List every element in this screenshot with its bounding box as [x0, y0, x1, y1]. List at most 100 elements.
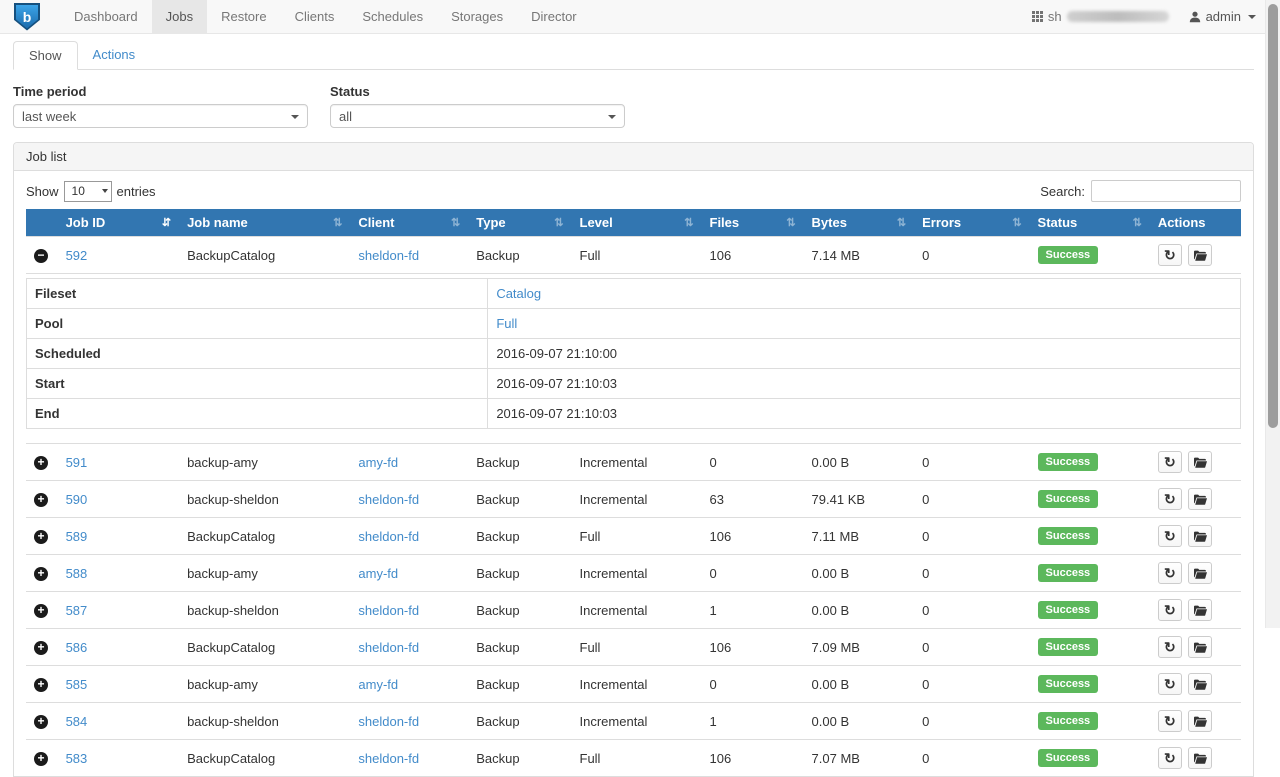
tab-show[interactable]: Show — [13, 41, 78, 70]
column-header-client[interactable]: Client⇅ — [350, 209, 468, 237]
job-id-link[interactable]: 585 — [66, 677, 88, 692]
expand-row-icon[interactable]: + — [34, 641, 48, 655]
expand-row-icon[interactable]: + — [34, 604, 48, 618]
sort-icon[interactable]: ⇅ — [554, 216, 563, 229]
expand-row-icon[interactable]: + — [34, 678, 48, 692]
client-link[interactable]: sheldon-fd — [358, 529, 419, 544]
search-input[interactable] — [1091, 180, 1241, 202]
job-name-cell: backup-sheldon — [179, 703, 350, 740]
job-log-button[interactable] — [1188, 599, 1212, 621]
table-row: + 587 backup-sheldon sheldon-fd Backup I… — [26, 592, 1241, 629]
rerun-job-button[interactable]: ↻ — [1158, 710, 1182, 732]
rerun-job-button[interactable]: ↻ — [1158, 488, 1182, 510]
job-log-button[interactable] — [1188, 451, 1212, 473]
client-link[interactable]: amy-fd — [358, 566, 398, 581]
rerun-job-button[interactable]: ↻ — [1158, 244, 1182, 266]
nav-item-storages[interactable]: Storages — [437, 0, 517, 33]
column-header-bytes[interactable]: Bytes⇅ — [804, 209, 915, 237]
job-log-button[interactable] — [1188, 710, 1212, 732]
client-link[interactable]: sheldon-fd — [358, 714, 419, 729]
client-link[interactable]: sheldon-fd — [358, 751, 419, 766]
job-id-link[interactable]: 589 — [66, 529, 88, 544]
job-id-link[interactable]: 584 — [66, 714, 88, 729]
column-header-status[interactable]: Status⇅ — [1030, 209, 1150, 237]
bareos-logo[interactable]: b — [14, 0, 40, 33]
status-badge: Success — [1038, 527, 1099, 545]
job-log-button[interactable] — [1188, 525, 1212, 547]
level-cell: Full — [572, 237, 702, 274]
job-log-button[interactable] — [1188, 636, 1212, 658]
expand-row-icon[interactable]: + — [34, 567, 48, 581]
nav-item-schedules[interactable]: Schedules — [348, 0, 437, 33]
column-header-type[interactable]: Type⇅ — [468, 209, 571, 237]
sort-icon[interactable]: ⇅ — [684, 216, 693, 229]
expand-row-icon[interactable]: + — [34, 493, 48, 507]
page-scrollbar[interactable] — [1265, 0, 1280, 628]
nav-item-jobs[interactable]: Jobs — [152, 0, 207, 33]
nav-item-director[interactable]: Director — [517, 0, 591, 33]
column-header-errors[interactable]: Errors⇅ — [914, 209, 1029, 237]
column-header-level[interactable]: Level⇅ — [572, 209, 702, 237]
folder-icon — [1194, 753, 1207, 764]
files-cell: 1 — [702, 592, 804, 629]
status-select[interactable]: all — [330, 104, 625, 128]
job-log-button[interactable] — [1188, 244, 1212, 266]
job-log-button[interactable] — [1188, 488, 1212, 510]
rerun-job-button[interactable]: ↻ — [1158, 747, 1182, 769]
client-link[interactable]: sheldon-fd — [358, 248, 419, 263]
expand-row-icon[interactable]: − — [34, 249, 48, 263]
job-id-link[interactable]: 586 — [66, 640, 88, 655]
client-link[interactable]: sheldon-fd — [358, 640, 419, 655]
job-id-link[interactable]: 591 — [66, 455, 88, 470]
level-cell: Incremental — [572, 592, 702, 629]
nav-item-dashboard[interactable]: Dashboard — [60, 0, 152, 33]
expand-row-icon[interactable]: + — [34, 752, 48, 766]
expand-row-icon[interactable]: + — [34, 456, 48, 470]
rerun-job-button[interactable]: ↻ — [1158, 562, 1182, 584]
job-id-link[interactable]: 583 — [66, 751, 88, 766]
rerun-job-button[interactable]: ↻ — [1158, 525, 1182, 547]
client-link[interactable]: amy-fd — [358, 677, 398, 692]
tab-actions[interactable]: Actions — [78, 41, 151, 69]
client-link[interactable]: amy-fd — [358, 455, 398, 470]
rerun-job-button[interactable]: ↻ — [1158, 599, 1182, 621]
detail-value-link[interactable]: Catalog — [496, 286, 541, 301]
job-id-link[interactable]: 587 — [66, 603, 88, 618]
user-menu[interactable]: admin — [1189, 9, 1256, 24]
column-header-files[interactable]: Files ⇅ — [702, 209, 804, 237]
nav-item-restore[interactable]: Restore — [207, 0, 281, 33]
job-id-link[interactable]: 590 — [66, 492, 88, 507]
client-link[interactable]: sheldon-fd — [358, 492, 419, 507]
job-log-button[interactable] — [1188, 747, 1212, 769]
scrollbar-thumb[interactable] — [1268, 4, 1278, 428]
host-selector[interactable]: sh — [1032, 9, 1169, 24]
rerun-job-button[interactable]: ↻ — [1158, 451, 1182, 473]
sort-icon[interactable]: ⇅ — [897, 216, 906, 229]
rerun-job-button[interactable]: ↻ — [1158, 636, 1182, 658]
sort-icon[interactable]: ⇅ — [1012, 216, 1021, 229]
job-log-button[interactable] — [1188, 562, 1212, 584]
job-id-link[interactable]: 592 — [66, 248, 88, 263]
sort-icon[interactable]: ⇅ — [333, 216, 342, 229]
column-header-job-name[interactable]: Job name⇅ — [179, 209, 350, 237]
table-row: + 588 backup-amy amy-fd Backup Increment… — [26, 555, 1241, 592]
expand-row-icon[interactable]: + — [34, 715, 48, 729]
sort-icon[interactable]: ⇅ — [451, 216, 460, 229]
job-detail-table: FilesetCatalogPoolFullScheduled2016-09-0… — [26, 278, 1241, 429]
column-label: Files — [710, 215, 740, 230]
column-header-job-id[interactable]: Job ID⇵ — [58, 209, 180, 237]
job-id-link[interactable]: 588 — [66, 566, 88, 581]
sort-icon[interactable]: ⇅ — [786, 216, 795, 229]
detail-value-link[interactable]: Full — [496, 316, 517, 331]
folder-icon — [1194, 716, 1207, 727]
nav-item-clients[interactable]: Clients — [281, 0, 349, 33]
time-period-select[interactable]: last week — [13, 104, 308, 128]
job-log-button[interactable] — [1188, 673, 1212, 695]
rerun-job-button[interactable]: ↻ — [1158, 673, 1182, 695]
client-link[interactable]: sheldon-fd — [358, 603, 419, 618]
sort-icon[interactable]: ⇵ — [162, 216, 171, 229]
sort-icon[interactable]: ⇅ — [1133, 216, 1142, 229]
expand-row-icon[interactable]: + — [34, 530, 48, 544]
chevron-down-icon — [291, 115, 299, 119]
entries-select[interactable]: 10 — [64, 181, 112, 202]
